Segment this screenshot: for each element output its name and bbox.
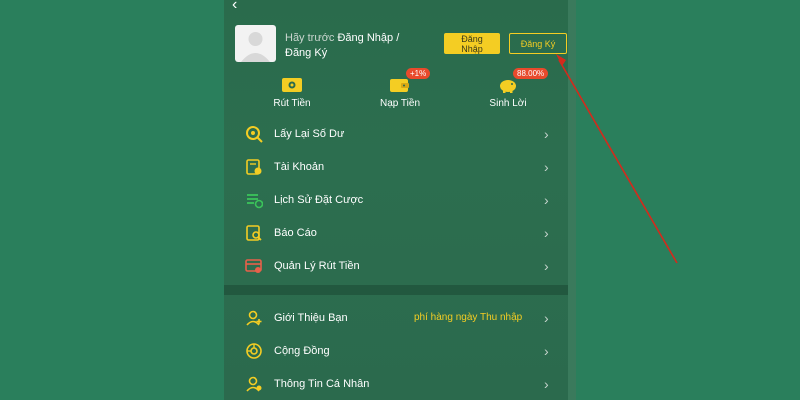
menu-item-withdraw-manage[interactable]: Quản Lý Rút Tiền ›: [224, 249, 576, 282]
chevron-right-icon: ›: [544, 158, 549, 175]
quick-action-invest-label: Sinh Lời: [489, 98, 527, 109]
quick-action-deposit-label: Nạp Tiền: [379, 98, 421, 109]
login-prompt: Hãy trước Đăng Nhập / Đăng Ký: [285, 31, 415, 61]
menu-item-label: Báo Cáo: [274, 226, 317, 239]
invest-rate-badge: 88.00%: [513, 68, 549, 79]
quick-action-withdraw[interactable]: Rút Tiền: [252, 76, 332, 109]
menu-item-label: Thông Tin Cá Nhân: [274, 377, 370, 390]
login-prompt-prefix: Hãy trước: [285, 32, 335, 44]
deposit-bonus-badge: +1%: [406, 68, 431, 79]
profile-icon: [246, 376, 262, 392]
chevron-right-icon: ›: [544, 191, 549, 208]
chevron-right-icon: ›: [544, 375, 549, 392]
register-button[interactable]: Đăng Ký: [509, 33, 567, 54]
menu-item-recover-balance[interactable]: Lấy Lại Số Dư ›: [224, 117, 576, 150]
withdraw-ticket-icon: [282, 78, 302, 92]
menu-item-label: Giới Thiệu Bạn: [274, 311, 348, 324]
withdraw-manage-icon: [245, 258, 262, 273]
invite-income-text: phí hàng ngày Thu nhập: [414, 312, 523, 323]
menu-item-profile[interactable]: Thông Tin Cá Nhân ›: [224, 367, 576, 400]
menu-item-label: Cộng Đồng: [274, 344, 330, 357]
menu-item-label: Quản Lý Rút Tiền: [274, 259, 360, 272]
register-button-label: Đăng Ký: [520, 38, 556, 49]
menu-item-label: Tài Khoản: [274, 160, 325, 173]
chevron-right-icon: ›: [544, 224, 549, 241]
chevron-right-icon: ›: [544, 309, 549, 326]
menu-item-invite-friend[interactable]: Giới Thiệu Bạn phí hàng ngày Thu nhập ›: [224, 301, 576, 334]
register-prompt-link[interactable]: Đăng Ký: [285, 47, 327, 59]
wallet-icon: [390, 79, 409, 92]
chevron-right-icon: ›: [544, 125, 549, 142]
app-screen: ‹ Hãy trước Đăng Nhập / Đăng Ký Đăng Nhậ…: [224, 0, 576, 400]
login-prompt-link[interactable]: Đăng Nhập /: [337, 32, 399, 44]
menu-item-bet-history[interactable]: Lịch Sử Đặt Cược ›: [224, 183, 576, 216]
section-divider: [224, 285, 576, 295]
login-button[interactable]: Đăng Nhập: [444, 33, 500, 54]
menu-item-label: Lịch Sử Đặt Cược: [274, 193, 364, 206]
menu-item-account[interactable]: Tài Khoản ›: [224, 150, 576, 183]
community-icon: [246, 342, 262, 359]
bet-history-icon: [247, 193, 263, 208]
quick-action-withdraw-label: Rút Tiền: [273, 98, 311, 109]
search-coin-icon: [246, 125, 263, 143]
menu-item-community[interactable]: Cộng Đồng ›: [224, 334, 576, 367]
chevron-left-icon[interactable]: ‹: [232, 0, 237, 14]
screen-edge: [568, 0, 576, 400]
account-card-icon: [246, 158, 262, 175]
login-button-label: Đăng Nhập: [461, 33, 483, 54]
avatar[interactable]: [235, 25, 276, 62]
chevron-right-icon: ›: [544, 257, 549, 274]
invite-friend-icon: [246, 310, 262, 326]
quick-action-deposit[interactable]: Nạp Tiền: [360, 76, 440, 109]
quick-action-invest[interactable]: Sinh Lời: [468, 76, 548, 109]
menu-item-report[interactable]: Báo Cáo ›: [224, 216, 576, 249]
menu-item-label: Lấy Lại Số Dư: [274, 127, 345, 140]
chevron-right-icon: ›: [544, 342, 549, 359]
report-icon: [246, 224, 262, 241]
